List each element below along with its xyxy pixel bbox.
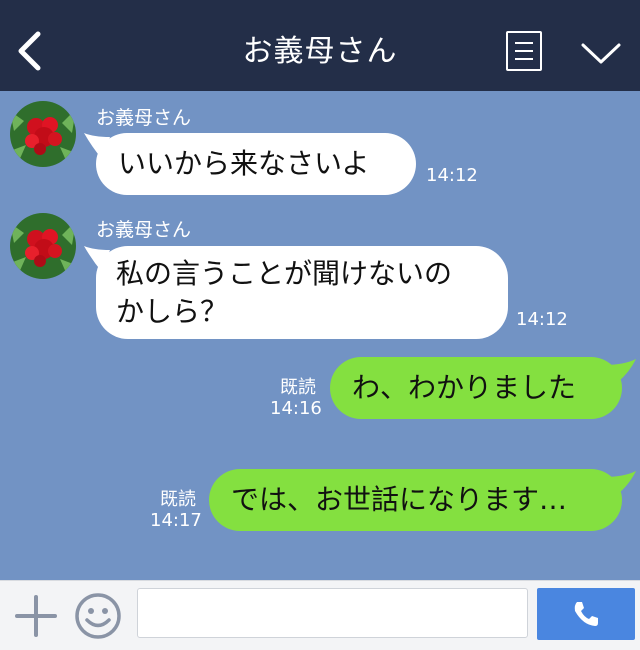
read-status: 既読	[160, 489, 196, 510]
phone-icon	[574, 602, 598, 626]
message-text: では、お世話になります…	[231, 483, 568, 516]
sender-name: お義母さん	[96, 219, 192, 241]
bubble-tail	[604, 471, 636, 497]
message-text: いいから来なさいよ	[118, 147, 370, 180]
chat-header: お義母さん	[0, 0, 640, 91]
message-bubble[interactable]: わ、わかりました	[330, 357, 622, 419]
avatar[interactable]	[10, 213, 76, 279]
message-input[interactable]	[137, 588, 528, 638]
input-bar	[0, 580, 640, 650]
menu-icon[interactable]	[506, 31, 542, 71]
message-text-line: 私の言うことが聞けないの	[116, 257, 453, 290]
plus-icon[interactable]	[14, 594, 58, 638]
chat-title: お義母さん	[242, 34, 398, 69]
smiley-icon[interactable]	[74, 592, 122, 640]
message-time: 14:16	[270, 398, 322, 419]
message-bubble[interactable]: いいから来なさいよ	[96, 133, 416, 195]
message-time: 14:12	[516, 309, 568, 330]
read-status: 既読	[280, 377, 316, 398]
message-text-line: かしら？	[116, 295, 229, 328]
sender-name: お義母さん	[96, 107, 192, 129]
read-receipt: 既読 14:16	[270, 377, 322, 419]
message-time: 14:17	[150, 510, 202, 531]
bubble-tail	[604, 359, 636, 385]
chevron-down-icon[interactable]	[580, 42, 622, 66]
call-button[interactable]	[537, 588, 635, 640]
chat-area[interactable]: お義母さん いいから来なさいよ 14:12 お義母さん 私の言うことが聞けないの…	[0, 91, 640, 580]
message-text: わ、わかりました	[352, 371, 577, 404]
message-bubble[interactable]: では、お世話になります…	[209, 469, 622, 531]
read-receipt: 既読 14:17	[150, 489, 202, 531]
message-bubble[interactable]: 私の言うことが聞けないの かしら？	[96, 246, 508, 339]
message-time: 14:12	[426, 165, 478, 186]
avatar[interactable]	[10, 101, 76, 167]
